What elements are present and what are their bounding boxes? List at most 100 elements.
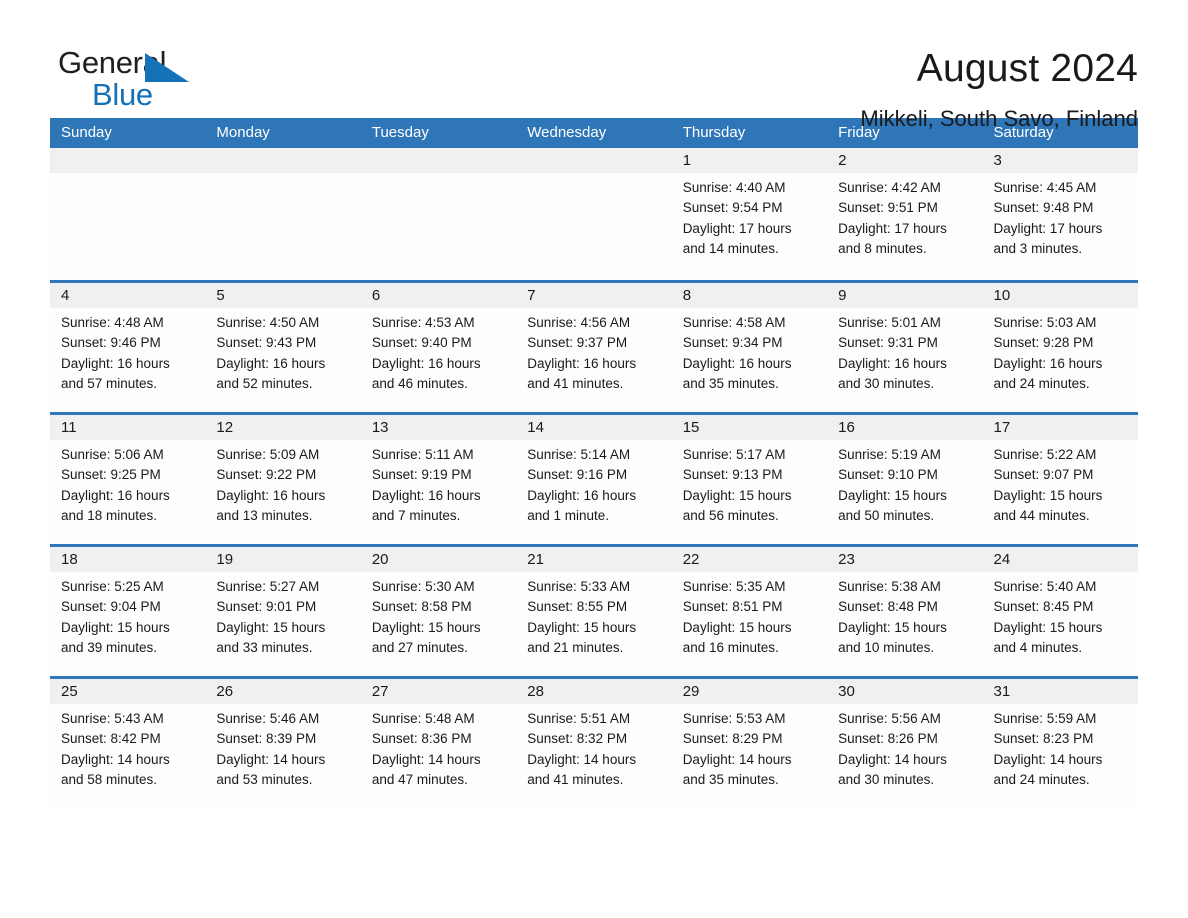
day-cell[interactable]: 16 Sunrise: 5:19 AM Sunset: 9:10 PM Dayl… bbox=[827, 415, 983, 544]
day-cell[interactable]: 23 Sunrise: 5:38 AM Sunset: 8:48 PM Dayl… bbox=[827, 547, 983, 676]
day-cell[interactable]: 17 Sunrise: 5:22 AM Sunset: 9:07 PM Dayl… bbox=[982, 415, 1138, 544]
day-number: 9 bbox=[827, 283, 983, 308]
sunset-text: Sunset: 9:31 PM bbox=[838, 335, 938, 351]
day-cell[interactable]: 21 Sunrise: 5:33 AM Sunset: 8:55 PM Dayl… bbox=[516, 547, 672, 676]
day-cell[interactable]: 25 Sunrise: 5:43 AM Sunset: 8:42 PM Dayl… bbox=[50, 679, 206, 808]
day-number: 16 bbox=[827, 415, 983, 440]
day-cell[interactable]: 5 Sunrise: 4:50 AM Sunset: 9:43 PM Dayli… bbox=[205, 283, 361, 412]
day-number bbox=[360, 148, 517, 173]
day-cell[interactable] bbox=[360, 148, 517, 280]
day-cell[interactable]: 3 Sunrise: 4:45 AM Sunset: 9:48 PM Dayli… bbox=[982, 148, 1138, 280]
day-details: Sunrise: 5:03 AM Sunset: 9:28 PM Dayligh… bbox=[983, 308, 1138, 394]
day-number: 23 bbox=[827, 547, 983, 572]
day-number: 21 bbox=[516, 547, 672, 572]
sunset-text: Sunset: 9:25 PM bbox=[61, 467, 161, 483]
day-number: 22 bbox=[671, 547, 828, 572]
day-number: 2 bbox=[827, 148, 983, 173]
sunset-text: Sunset: 8:48 PM bbox=[838, 599, 938, 615]
daylight-text-line2: and 41 minutes. bbox=[527, 771, 624, 787]
day-cell[interactable]: 10 Sunrise: 5:03 AM Sunset: 9:28 PM Dayl… bbox=[982, 283, 1138, 412]
sunrise-text: Sunrise: 5:43 AM bbox=[61, 711, 164, 726]
sunset-text: Sunset: 8:45 PM bbox=[993, 599, 1094, 615]
day-number: 15 bbox=[671, 415, 828, 440]
daylight-text-line2: and 57 minutes. bbox=[61, 375, 158, 391]
day-cell[interactable]: 20 Sunrise: 5:30 AM Sunset: 8:58 PM Dayl… bbox=[360, 547, 517, 676]
weekday-header-friday: Friday bbox=[838, 124, 880, 141]
day-cell[interactable]: 24 Sunrise: 5:40 AM Sunset: 8:45 PM Dayl… bbox=[982, 547, 1138, 676]
day-details: Sunrise: 4:45 AM Sunset: 9:48 PM Dayligh… bbox=[983, 173, 1138, 259]
day-number: 1 bbox=[671, 148, 828, 173]
day-cell[interactable]: 12 Sunrise: 5:09 AM Sunset: 9:22 PM Dayl… bbox=[205, 415, 361, 544]
day-cell[interactable]: 26 Sunrise: 5:46 AM Sunset: 8:39 PM Dayl… bbox=[205, 679, 361, 808]
sunrise-text: Sunrise: 5:56 AM bbox=[838, 711, 941, 726]
daylight-text-line1: Daylight: 16 hours bbox=[371, 355, 481, 371]
day-details: Sunrise: 5:38 AM Sunset: 8:48 PM Dayligh… bbox=[827, 572, 982, 658]
daylight-text-line1: Daylight: 15 hours bbox=[61, 619, 170, 635]
daylight-text-line2: and 21 minutes. bbox=[527, 639, 624, 655]
day-details: Sunrise: 4:56 AM Sunset: 9:37 PM Dayligh… bbox=[516, 308, 671, 394]
day-number bbox=[205, 148, 361, 173]
daylight-text-line1: Daylight: 15 hours bbox=[682, 487, 792, 503]
sunset-text: Sunset: 8:39 PM bbox=[216, 731, 317, 747]
day-number: 4 bbox=[50, 283, 206, 308]
sunrise-text: Sunrise: 5:17 AM bbox=[682, 447, 786, 462]
day-cell[interactable] bbox=[516, 148, 672, 280]
daylight-text-line2: and 27 minutes. bbox=[371, 639, 468, 655]
sunset-text: Sunset: 9:10 PM bbox=[838, 467, 938, 483]
day-cell[interactable]: 8 Sunrise: 4:58 AM Sunset: 9:34 PM Dayli… bbox=[671, 283, 828, 412]
day-cell[interactable]: 28 Sunrise: 5:51 AM Sunset: 8:32 PM Dayl… bbox=[516, 679, 672, 808]
day-number: 14 bbox=[516, 415, 672, 440]
day-cell[interactable]: 14 Sunrise: 5:14 AM Sunset: 9:16 PM Dayl… bbox=[516, 415, 672, 544]
day-number: 18 bbox=[50, 547, 206, 572]
daylight-text-line1: Daylight: 15 hours bbox=[216, 619, 326, 635]
daylight-text-line2: and 8 minutes. bbox=[838, 240, 927, 256]
day-cell[interactable]: 11 Sunrise: 5:06 AM Sunset: 9:25 PM Dayl… bbox=[50, 415, 206, 544]
sunrise-text: Sunrise: 5:33 AM bbox=[527, 579, 631, 594]
day-cell[interactable]: 27 Sunrise: 5:48 AM Sunset: 8:36 PM Dayl… bbox=[360, 679, 517, 808]
day-details: Sunrise: 5:22 AM Sunset: 9:07 PM Dayligh… bbox=[983, 440, 1138, 526]
day-cell[interactable]: 4 Sunrise: 4:48 AM Sunset: 9:46 PM Dayli… bbox=[50, 283, 206, 412]
sunset-text: Sunset: 8:32 PM bbox=[527, 731, 628, 747]
day-cell[interactable]: 13 Sunrise: 5:11 AM Sunset: 9:19 PM Dayl… bbox=[360, 415, 517, 544]
day-cell[interactable]: 6 Sunrise: 4:53 AM Sunset: 9:40 PM Dayli… bbox=[360, 283, 517, 412]
day-cell[interactable]: 31 Sunrise: 5:59 AM Sunset: 8:23 PM Dayl… bbox=[982, 679, 1138, 808]
day-cell[interactable]: 1 Sunrise: 4:40 AM Sunset: 9:54 PM Dayli… bbox=[671, 148, 828, 280]
daylight-text-line2: and 16 minutes. bbox=[682, 639, 779, 655]
daylight-text-line1: Daylight: 14 hours bbox=[838, 751, 947, 767]
sunset-text: Sunset: 8:55 PM bbox=[527, 599, 628, 615]
day-details: Sunrise: 5:40 AM Sunset: 8:45 PM Dayligh… bbox=[983, 572, 1138, 658]
daylight-text-line1: Daylight: 16 hours bbox=[527, 487, 637, 503]
daylight-text-line1: Daylight: 17 hours bbox=[838, 220, 947, 236]
day-cell[interactable]: 9 Sunrise: 5:01 AM Sunset: 9:31 PM Dayli… bbox=[827, 283, 983, 412]
daylight-text-line2: and 35 minutes. bbox=[682, 375, 779, 391]
day-cell[interactable]: 19 Sunrise: 5:27 AM Sunset: 9:01 PM Dayl… bbox=[205, 547, 361, 676]
daylight-text-line1: Daylight: 15 hours bbox=[682, 619, 792, 635]
daylight-text-line1: Daylight: 17 hours bbox=[682, 220, 792, 236]
day-number: 30 bbox=[827, 679, 983, 704]
day-details: Sunrise: 5:53 AM Sunset: 8:29 PM Dayligh… bbox=[672, 704, 827, 790]
day-details: Sunrise: 5:30 AM Sunset: 8:58 PM Dayligh… bbox=[361, 572, 516, 658]
sunset-text: Sunset: 9:51 PM bbox=[838, 200, 938, 216]
weekday-header-thursday: Thursday bbox=[682, 124, 746, 141]
day-cell[interactable]: 18 Sunrise: 5:25 AM Sunset: 9:04 PM Dayl… bbox=[50, 547, 206, 676]
daylight-text-line1: Daylight: 15 hours bbox=[527, 619, 637, 635]
day-details: Sunrise: 5:48 AM Sunset: 8:36 PM Dayligh… bbox=[361, 704, 516, 790]
day-cell[interactable]: 2 Sunrise: 4:42 AM Sunset: 9:51 PM Dayli… bbox=[827, 148, 983, 280]
day-cell[interactable] bbox=[205, 148, 361, 280]
day-number bbox=[50, 148, 206, 173]
daylight-text-line2: and 3 minutes. bbox=[993, 240, 1083, 256]
day-cell[interactable]: 22 Sunrise: 5:35 AM Sunset: 8:51 PM Dayl… bbox=[671, 547, 828, 676]
brand-logo[interactable]: General Blue bbox=[50, 46, 208, 110]
day-cell[interactable]: 29 Sunrise: 5:53 AM Sunset: 8:29 PM Dayl… bbox=[671, 679, 828, 808]
daylight-text-line2: and 1 minute. bbox=[527, 507, 610, 523]
day-number: 25 bbox=[50, 679, 206, 704]
day-cell[interactable]: 7 Sunrise: 4:56 AM Sunset: 9:37 PM Dayli… bbox=[516, 283, 672, 412]
weekday-header-monday: Monday bbox=[216, 124, 270, 141]
daylight-text-line1: Daylight: 14 hours bbox=[61, 751, 170, 767]
sunrise-text: Sunrise: 5:11 AM bbox=[371, 447, 474, 462]
day-cell[interactable]: 15 Sunrise: 5:17 AM Sunset: 9:13 PM Dayl… bbox=[671, 415, 828, 544]
day-cell[interactable]: 30 Sunrise: 5:56 AM Sunset: 8:26 PM Dayl… bbox=[827, 679, 983, 808]
day-cell[interactable] bbox=[50, 148, 206, 280]
day-number: 17 bbox=[982, 415, 1138, 440]
daylight-text-line1: Daylight: 14 hours bbox=[216, 751, 326, 767]
